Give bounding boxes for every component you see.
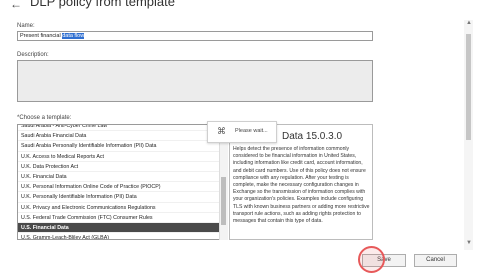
name-value-plain: Present financial — [20, 33, 63, 39]
template-list-item[interactable]: U.K. Data Protection Act — [18, 162, 221, 172]
template-list-item[interactable]: U.S. Federal Trade Commission (FTC) Cons… — [18, 213, 221, 223]
template-list-scroll-thumb[interactable] — [221, 177, 226, 225]
name-label: Name: — [17, 23, 35, 29]
please-wait-text: Please wait... — [235, 128, 268, 134]
template-list-item[interactable]: U.K. Access to Medical Reports Act — [18, 152, 221, 162]
please-wait-popup: ⌘ Please wait... — [207, 121, 277, 143]
template-list-item[interactable]: U.S. Financial Data — [18, 223, 221, 234]
template-list-item[interactable]: U.K. Personally Identifiable Information… — [18, 192, 221, 203]
name-input[interactable]: Present financial data flow — [17, 31, 373, 41]
back-arrow-icon[interactable]: ← — [10, 0, 22, 11]
template-list-item[interactable]: U.S. Gramm-Leach-Bliley Act (GLBA) — [18, 233, 221, 239]
template-list-item[interactable]: Saudi Arabia Financial Data — [18, 131, 221, 142]
details-description: Helps detect the presence of information… — [233, 146, 370, 225]
template-list-item[interactable]: U.K. Personal Information Online Code of… — [18, 182, 221, 193]
page-scroll-thumb[interactable] — [466, 34, 471, 140]
template-list-item[interactable]: U.K. Privacy and Electronic Communicatio… — [18, 203, 221, 213]
name-value-selected: data flow — [62, 33, 85, 39]
description-textarea[interactable] — [17, 60, 373, 102]
template-label: *Choose a template: — [17, 115, 72, 121]
description-label: Description: — [17, 52, 49, 58]
template-list-item[interactable]: Saudi Arabia - Anti-Cyber Crime Law — [18, 125, 221, 132]
cancel-button[interactable]: Cancel — [414, 254, 457, 267]
details-title: Data 15.0.3.0 — [282, 131, 343, 142]
scroll-up-icon[interactable]: ▲ — [466, 20, 472, 26]
template-list-item[interactable]: U.K. Financial Data — [18, 172, 221, 183]
click-indicator — [358, 246, 385, 273]
spinner-icon: ⌘ — [217, 126, 226, 136]
title-bar: ← DLP policy from template — [0, 0, 480, 12]
template-listbox[interactable]: Saudi Arabia - Anti-Cyber Crime Law Saudi… — [17, 124, 228, 240]
template-list-item[interactable]: Saudi Arabia Personally Identifiable Inf… — [18, 141, 221, 152]
dialog-title: DLP policy from template — [30, 0, 175, 9]
name-input-value: Present financial data flow — [20, 33, 85, 39]
scroll-down-icon[interactable]: ▼ — [466, 240, 472, 246]
